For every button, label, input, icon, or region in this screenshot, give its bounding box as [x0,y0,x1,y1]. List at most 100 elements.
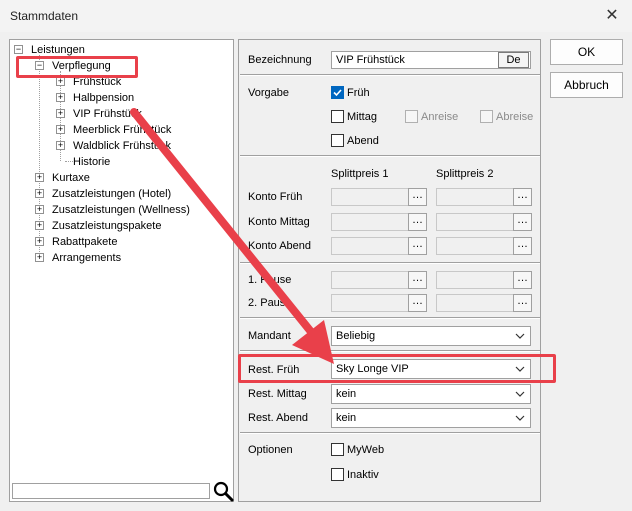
rest-frueh-label: Rest. Früh [248,364,300,376]
tree-item-label: Verpflegung [52,60,111,72]
divider [240,350,540,352]
pause-2-split1-browse[interactable]: … [408,294,427,312]
rest-frueh-value: Sky Longe VIP [336,363,409,375]
bezeichnung-label: Bezeichnung [248,54,312,66]
tree-item-label: Zusatzleistungen (Wellness) [52,204,190,216]
mandant-select[interactable]: Beliebig [331,326,531,346]
chevron-down-icon [515,333,525,339]
konto-mittag-split2-browse[interactable]: … [513,213,532,231]
tree-view[interactable]: − Leistungen − Verpflegung + Frühstück +… [9,39,234,502]
frueh-label: Früh [347,87,370,99]
konto-abend-split1-field[interactable] [331,237,409,255]
bezeichnung-value: VIP Frühstück [336,54,405,66]
konto-mittag-label: Konto Mittag [248,216,310,228]
konto-frueh-split2-field[interactable] [436,188,514,206]
expand-icon[interactable]: + [56,93,65,102]
divider [240,74,540,76]
collapse-icon[interactable]: − [35,61,44,70]
tree-item-label: Leistungen [31,44,85,56]
rest-abend-label: Rest. Abend [248,412,308,424]
expand-icon[interactable]: + [35,173,44,182]
anreise-checkbox[interactable] [405,110,418,123]
konto-mittag-split1-field[interactable] [331,213,409,231]
expand-icon[interactable]: + [35,221,44,230]
pause-2-split2-browse[interactable]: … [513,294,532,312]
expand-icon[interactable]: + [35,189,44,198]
pause-1-split1-field[interactable] [331,271,409,289]
konto-abend-split2-field[interactable] [436,237,514,255]
rest-mittag-select[interactable]: kein [331,384,531,404]
pause-2-split1-field[interactable] [331,294,409,312]
optionen-label: Optionen [248,444,293,456]
tree-item-label: VIP Frühstück [73,108,142,120]
tree-item-label: Kurtaxe [52,172,90,184]
language-button[interactable]: De [498,52,529,68]
tree-item-label: Waldblick Frühstück [73,140,172,152]
konto-frueh-label: Konto Früh [248,191,303,203]
title-bar: Stammdaten ✕ [0,0,632,32]
rest-mittag-value: kein [336,388,357,400]
tree-item-label: Frühstück [73,76,122,88]
tree-item-label: Zusatzleistungspakete [52,220,162,232]
rest-abend-select[interactable]: kein [331,408,531,428]
konto-abend-split1-browse[interactable]: … [408,237,427,255]
tree-connector [65,161,73,162]
divider [240,262,540,264]
search-input[interactable] [12,483,210,499]
pause-1-split1-browse[interactable]: … [408,271,427,289]
konto-frueh-split2-browse[interactable]: … [513,188,532,206]
expand-icon[interactable]: + [35,205,44,214]
ok-button[interactable]: OK [550,39,623,65]
checkmark-icon [333,89,342,97]
rest-abend-value: kein [336,412,357,424]
close-icon[interactable]: ✕ [602,6,622,26]
pause-2-label: 2. Pause [248,297,292,309]
vorgabe-label: Vorgabe [248,87,289,99]
tree-item-label: Historie [73,156,111,168]
splittpreis-1-header: Splittpreis 1 [331,168,389,180]
abbruch-button[interactable]: Abbruch [550,72,623,98]
abend-checkbox[interactable] [331,134,344,147]
chevron-down-icon [515,415,525,421]
expand-icon[interactable]: + [56,125,65,134]
konto-mittag-split1-browse[interactable]: … [408,213,427,231]
pause-1-split2-browse[interactable]: … [513,271,532,289]
chevron-down-icon [515,366,525,372]
pause-1-label: 1. Pause [248,274,292,286]
mittag-checkbox[interactable] [331,110,344,123]
inaktiv-checkbox[interactable] [331,468,344,481]
konto-frueh-split1-browse[interactable]: … [408,188,427,206]
tree-item-label: Zusatzleistungen (Hotel) [52,188,172,200]
myweb-checkbox[interactable] [331,443,344,456]
myweb-label: MyWeb [347,444,385,456]
search-icon[interactable] [212,480,234,502]
konto-abend-split2-browse[interactable]: … [513,237,532,255]
expand-icon[interactable]: + [56,141,65,150]
abreise-checkbox[interactable] [480,110,493,123]
konto-abend-label: Konto Abend [248,240,312,252]
mandant-value: Beliebig [336,330,376,342]
rest-frueh-select[interactable]: Sky Longe VIP [331,359,531,379]
pause-2-split2-field[interactable] [436,294,514,312]
rest-mittag-label: Rest. Mittag [248,388,307,400]
tree-item-label: Halbpension [73,92,135,104]
divider [240,432,540,434]
pause-1-split2-field[interactable] [436,271,514,289]
splittpreis-2-header: Splittpreis 2 [436,168,494,180]
divider [240,155,540,157]
expand-icon[interactable]: + [35,237,44,246]
tree-item-label: Meerblick Frühstück [73,124,172,136]
konto-frueh-split1-field[interactable] [331,188,409,206]
anreise-label: Anreise [421,111,459,123]
expand-icon[interactable]: + [35,253,44,262]
frueh-checkbox[interactable] [331,86,344,99]
expand-icon[interactable]: + [56,109,65,118]
collapse-icon[interactable]: − [14,45,23,54]
konto-mittag-split2-field[interactable] [436,213,514,231]
expand-icon[interactable]: + [56,77,65,86]
mandant-label: Mandant [248,330,291,342]
abend-label: Abend [347,135,379,147]
tree-item-label: Rabattpakete [52,236,118,248]
chevron-down-icon [515,391,525,397]
window-title: Stammdaten [10,9,79,23]
